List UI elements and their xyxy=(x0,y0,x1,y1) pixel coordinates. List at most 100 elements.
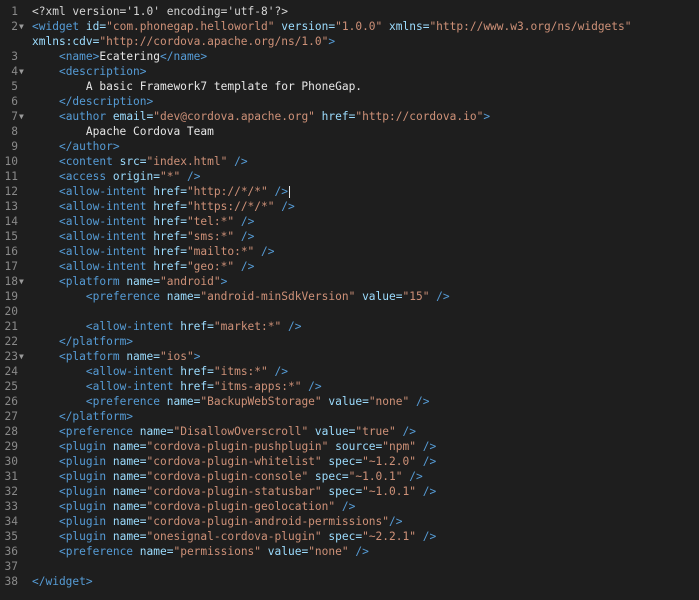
code-token: name= xyxy=(166,395,201,408)
code-text: <description> xyxy=(32,64,147,79)
code-line[interactable]: 22 </platform> xyxy=(0,334,699,349)
code-token: <allow-intent xyxy=(58,260,154,273)
code-line[interactable]: 4 ▼ <description> xyxy=(0,64,699,79)
code-line[interactable]: 10 <content src="index.html" /> xyxy=(0,154,699,169)
code-line[interactable]: 32 <plugin name="cordova-plugin-statusba… xyxy=(0,484,699,499)
code-line[interactable]: 36 <preference name="permissions" value=… xyxy=(0,544,699,559)
line-number: 16 xyxy=(4,245,18,258)
code-token: /> xyxy=(402,470,423,483)
code-token: <allow-intent xyxy=(58,185,154,198)
code-text: <plugin name="cordova-plugin-geolocation… xyxy=(32,499,355,514)
code-text: <allow-intent href="market:*" /> xyxy=(32,319,302,334)
code-token: /> xyxy=(234,215,255,228)
code-token: name= xyxy=(126,350,160,363)
code-token: /> xyxy=(335,500,356,513)
code-token: "npm" xyxy=(382,440,416,453)
fold-toggle-icon[interactable]: ▼ xyxy=(19,109,29,124)
code-token: name= xyxy=(112,500,147,513)
line-number: 28 xyxy=(4,425,18,438)
line-number: 3 xyxy=(11,50,18,63)
code-line[interactable]: 14 <allow-intent href="tel:*" /> xyxy=(0,214,699,229)
code-line[interactable]: 27 </platform> xyxy=(0,409,699,424)
code-token: <preference xyxy=(58,425,140,438)
code-line[interactable]: 6 </description> xyxy=(0,94,699,109)
code-text: </widget> xyxy=(32,574,93,589)
code-text: </description> xyxy=(32,94,153,109)
code-text: <plugin name="cordova-plugin-console" sp… xyxy=(32,469,423,484)
code-line[interactable]: 23 ▼ <platform name="ios"> xyxy=(0,349,699,364)
code-token: "itms:*" xyxy=(213,365,268,378)
code-text: <author email="dev@cordova.apache.org" h… xyxy=(32,109,490,124)
code-editor[interactable]: 1 <?xml version='1.0' encoding='utf-8'?> 2… xyxy=(0,4,699,589)
code-line[interactable]: 1 <?xml version='1.0' encoding='utf-8'?> xyxy=(0,4,699,19)
fold-toggle-icon[interactable]: ▼ xyxy=(19,19,29,34)
code-token: /> xyxy=(274,200,295,213)
code-line[interactable]: 33 <plugin name="cordova-plugin-geolocat… xyxy=(0,499,699,514)
code-text: <allow-intent href="tel:*" /> xyxy=(32,214,254,229)
code-token: name= xyxy=(126,275,160,288)
line-number: 29 xyxy=(4,440,18,453)
fold-toggle-icon[interactable]: ▼ xyxy=(19,349,29,364)
code-text: <content src="index.html" /> xyxy=(32,154,248,169)
fold-toggle-icon[interactable]: ▼ xyxy=(19,64,29,79)
code-line[interactable]: 18 ▼ <platform name="android"> xyxy=(0,274,699,289)
code-line[interactable]: 17 <allow-intent href="geo:*" /> xyxy=(0,259,699,274)
code-token: name= xyxy=(112,470,147,483)
code-line[interactable]: 13 <allow-intent href="https://*/*" /> xyxy=(0,199,699,214)
code-line[interactable]: 19 <preference name="android-minSdkVersi… xyxy=(0,289,699,304)
code-token: /> xyxy=(254,245,275,258)
code-line[interactable]: xmlns:cdv="http://cordova.apache.org/ns/… xyxy=(0,34,699,49)
code-line[interactable]: 16 <allow-intent href="mailto:*" /> xyxy=(0,244,699,259)
code-token: Apache Cordova Team xyxy=(32,125,214,138)
line-number: 34 xyxy=(4,515,18,528)
code-token: href= xyxy=(180,380,214,393)
code-line[interactable]: 37 xyxy=(0,559,699,574)
line-number: 11 xyxy=(4,170,18,183)
code-token: "https://*/*" xyxy=(186,200,275,213)
code-line[interactable]: 11 <access origin="*" /> xyxy=(0,169,699,184)
code-line[interactable]: 26 <preference name="BackupWebStorage" v… xyxy=(0,394,699,409)
code-line[interactable]: 15 <allow-intent href="sms:*" /> xyxy=(0,229,699,244)
line-number: 30 xyxy=(4,455,18,468)
code-line[interactable]: 21 <allow-intent href="market:*" /> xyxy=(0,319,699,334)
line-number: 26 xyxy=(4,395,18,408)
code-line[interactable]: 34 <plugin name="cordova-plugin-android-… xyxy=(0,514,699,529)
code-line[interactable]: 29 <plugin name="cordova-plugin-pushplug… xyxy=(0,439,699,454)
code-line[interactable]: 3 <name>Ecatering</name> xyxy=(0,49,699,64)
line-number: 21 xyxy=(4,320,18,333)
code-line[interactable]: 2 ▼ <widget id="com.phonegap.helloworld" v… xyxy=(0,19,699,34)
code-token: <platform xyxy=(58,350,127,363)
line-number: 20 xyxy=(4,305,18,318)
code-line[interactable]: 8 Apache Cordova Team xyxy=(0,124,699,139)
code-line[interactable]: 20 xyxy=(0,304,699,319)
line-number: 24 xyxy=(4,365,18,378)
fold-toggle-icon[interactable]: ▼ xyxy=(19,274,29,289)
code-token: "DisallowOverscroll" xyxy=(173,425,309,438)
code-line[interactable]: 31 <plugin name="cordova-plugin-console"… xyxy=(0,469,699,484)
code-line[interactable]: 9 </author> xyxy=(0,139,699,154)
code-line[interactable]: 38 </widget> xyxy=(0,574,699,589)
code-line[interactable]: 30 <plugin name="cordova-plugin-whitelis… xyxy=(0,454,699,469)
code-text: <plugin name="cordova-plugin-android-per… xyxy=(32,514,403,529)
code-line[interactable]: 25 <allow-intent href="itms-apps:*" /> xyxy=(0,379,699,394)
code-line[interactable]: 35 <plugin name="onesignal-cordova-plugi… xyxy=(0,529,699,544)
code-line[interactable]: 28 <preference name="DisallowOverscroll"… xyxy=(0,424,699,439)
code-text: </platform> xyxy=(32,409,133,424)
code-line[interactable]: 5 A basic Framework7 template for PhoneG… xyxy=(0,79,699,94)
code-line[interactable]: 12 <allow-intent href="http://*/*" /> xyxy=(0,184,699,199)
code-line[interactable]: 7 ▼ <author email="dev@cordova.apache.org… xyxy=(0,109,699,124)
code-token: spec= xyxy=(308,470,349,483)
code-token: </description> xyxy=(58,95,154,108)
code-line[interactable]: 24 <allow-intent href="itms:*" /> xyxy=(0,364,699,379)
code-token: value= xyxy=(355,290,403,303)
